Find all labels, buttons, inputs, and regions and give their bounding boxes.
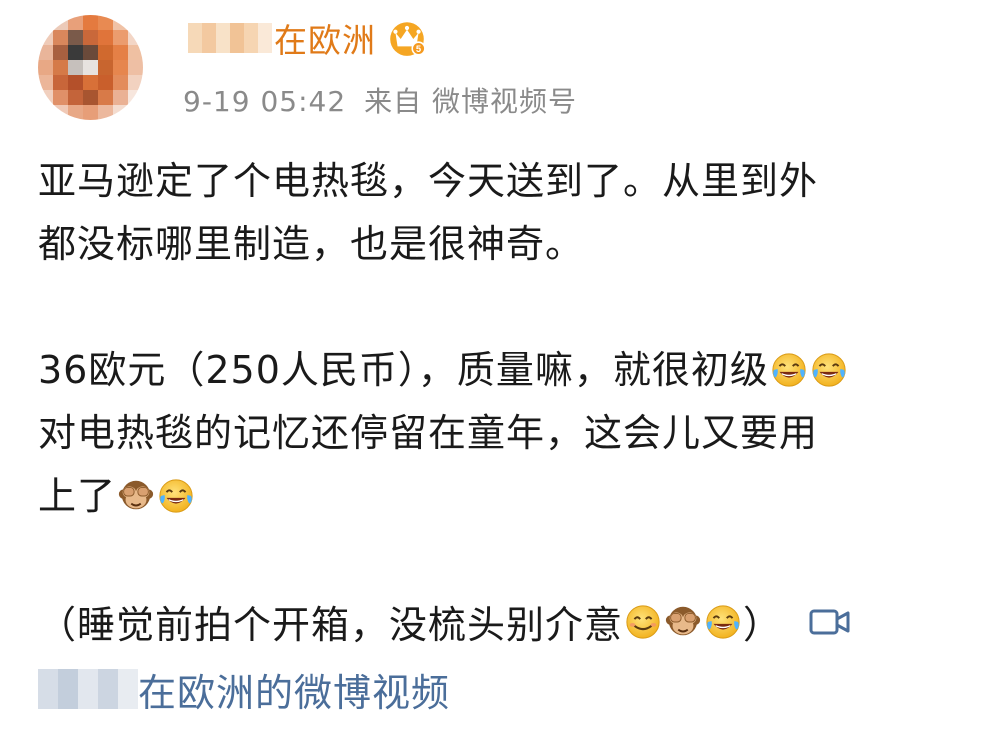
avatar-mosaic <box>38 15 143 120</box>
see-no-evil-monkey-emoji <box>117 477 155 515</box>
author-row: 在欧洲 5 <box>188 12 428 64</box>
video-link-row[interactable]: 在欧洲的微博视频 <box>38 660 450 718</box>
laughing-crying-emoji <box>770 351 808 389</box>
laughing-crying-emoji <box>157 477 195 515</box>
smiling-emoji <box>624 603 662 641</box>
post-text-segment: ） <box>743 603 783 647</box>
video-link[interactable]: 在欧洲的微博视频 <box>138 662 450 717</box>
crown-vip-icon[interactable]: 5 <box>386 17 428 59</box>
post-line-last: （睡觉前拍个开箱，没梳头别介意 ） <box>38 594 852 649</box>
post-body: 亚马逊定了个电热毯，今天送到了。从里到外 都没标哪里制造，也是很神奇。 36欧元… <box>38 150 978 528</box>
laughing-crying-emoji <box>704 603 742 641</box>
post-line: 都没标哪里制造，也是很神奇。 <box>38 222 585 266</box>
svg-text:5: 5 <box>416 44 421 55</box>
post-line: 上了 <box>38 465 978 528</box>
link-blur-mosaic <box>38 669 138 709</box>
post-text-segment: 36欧元（250人民币），质量嘛，就很初级 <box>38 348 769 392</box>
post-line: 对电热毯的记忆还停留在童年，这会儿又要用 <box>38 411 819 455</box>
post-source[interactable]: 来自 微博视频号 <box>364 85 577 118</box>
post-time: 9-19 05:42 <box>183 85 347 118</box>
laughing-crying-emoji <box>810 351 848 389</box>
author-name[interactable]: 在欧洲 <box>274 14 376 62</box>
see-no-evil-monkey-emoji <box>664 603 702 641</box>
post-meta: 9-19 05:42 来自 微博视频号 <box>183 80 577 120</box>
post-text-segment: （睡觉前拍个开箱，没梳头别介意 <box>38 603 624 647</box>
post-line: 36欧元（250人民币），质量嘛，就很初级 <box>38 339 978 402</box>
avatar[interactable] <box>38 15 143 120</box>
video-camera-icon[interactable] <box>808 605 852 639</box>
post-text-segment: 上了 <box>38 474 117 518</box>
name-blur-mosaic <box>188 23 272 53</box>
post-line: 亚马逊定了个电热毯，今天送到了。从里到外 <box>38 159 819 203</box>
